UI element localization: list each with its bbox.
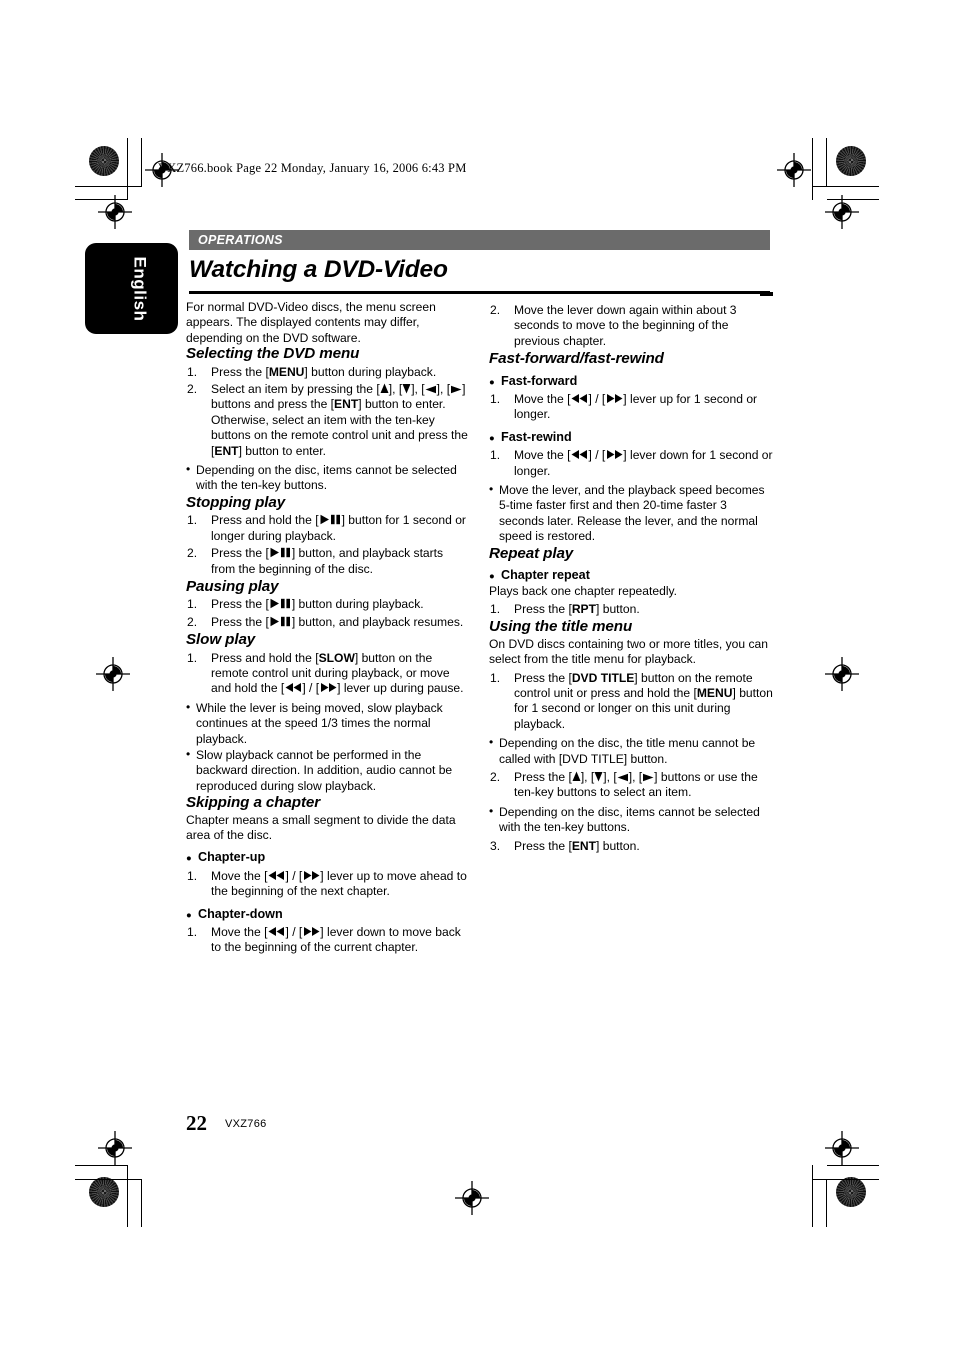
step-item: Press the [ ] button during playback.	[187, 597, 424, 613]
step-item: Press the [MENU] button during playback.	[187, 364, 437, 381]
fast-forward-icon	[606, 449, 623, 460]
step-item: Press and hold the [SLOW] button on the …	[187, 650, 464, 696]
fast-forward-icon	[606, 393, 623, 404]
arrow-left-icon	[617, 773, 629, 782]
steps-stopping-play: Press and hold the [ ] button for 1 seco…	[186, 513, 470, 577]
subheading-chapter-down: Chapter-down	[186, 907, 470, 924]
step-item: Move the [ ] / [ ] lever up to move ahea…	[187, 868, 467, 899]
lead-using-the-title-menu: On DVD discs containing two or more titl…	[489, 636, 768, 667]
subheading-fast-rewind: Fast-rewind	[489, 430, 773, 447]
step-item: Press the [ ] button, and playback start…	[187, 546, 444, 576]
play-pause-icon	[270, 547, 292, 558]
step-item: Move the [ ] / [ ] lever up for 1 second…	[490, 392, 758, 422]
note-item: Depending on the disc, the title menu ca…	[489, 735, 773, 767]
note-item: While the lever is being moved, slow pla…	[186, 700, 470, 747]
step-item: Move the [ ] / [ ] lever down for 1 seco…	[490, 448, 773, 478]
steps-chapter-down-continued: Move the lever down again within about 3…	[489, 303, 773, 349]
right-column: Move the lever down again within about 3…	[489, 300, 773, 856]
heading-selecting-the-dvd-menu: Selecting the DVD menu	[186, 345, 360, 363]
section-header-bar: OPERATIONS	[189, 230, 770, 250]
step-item: Move the lever down again within about 3…	[490, 303, 737, 348]
step-item: Press the [], [], [], [] buttons or use …	[490, 769, 758, 800]
arrow-up-icon	[380, 383, 389, 394]
steps-fast-rewind: Move the [ ] / [ ] lever down for 1 seco…	[489, 448, 773, 479]
heading-slow-play: Slow play	[186, 631, 256, 649]
language-tab-label: English	[130, 256, 150, 321]
step-item: Press the [DVD TITLE] button on the remo…	[490, 670, 773, 731]
steps-chapter-down: Move the [ ] / [ ] lever down to move ba…	[186, 925, 470, 956]
intro-paragraph: For normal DVD-Video discs, the menu scr…	[186, 300, 436, 345]
notes-using-the-title-menu-2: Depending on the disc, items cannot be s…	[489, 804, 773, 836]
play-pause-icon	[270, 616, 292, 627]
step-item: Press the [ENT] button.	[490, 838, 640, 855]
note-item: Depending on the disc, items cannot be s…	[186, 462, 470, 494]
fast-forward-icon	[303, 926, 320, 937]
steps-selecting-the-dvd-menu: Press the [MENU] button during playback.…	[186, 365, 470, 459]
lead-skipping-a-chapter: Chapter means a small segment to divide …	[186, 812, 456, 842]
heading-skipping-a-chapter: Skipping a chapter	[186, 794, 321, 812]
lead-chapter-repeat: Plays back one chapter repeatedly.	[489, 583, 678, 598]
fast-rewind-icon	[268, 870, 285, 881]
left-column: For normal DVD-Video discs, the menu scr…	[186, 300, 470, 958]
arrow-left-icon	[425, 385, 437, 394]
heading-repeat-play: Repeat play	[489, 544, 574, 562]
play-pause-icon	[270, 598, 292, 609]
fast-forward-icon	[320, 682, 337, 693]
heading-using-the-title-menu: Using the title menu	[489, 618, 633, 636]
notes-selecting-the-dvd-menu: Depending on the disc, items cannot be s…	[186, 462, 470, 494]
heading-stopping-play: Stopping play	[186, 493, 286, 511]
title-rule	[189, 291, 770, 294]
steps-slow-play: Press and hold the [SLOW] button on the …	[186, 651, 470, 697]
steps-fast-forward: Move the [ ] / [ ] lever up for 1 second…	[489, 392, 773, 423]
fast-rewind-icon	[571, 449, 588, 460]
fast-rewind-icon	[285, 682, 302, 693]
notes-fast-forward-fast-rewind: Move the lever, and the playback speed b…	[489, 482, 773, 545]
steps-chapter-repeat: Press the [RPT] button.	[489, 601, 773, 618]
note-item: Slow playback cannot be performed in the…	[186, 747, 470, 794]
subheading-fast-forward: Fast-forward	[489, 374, 773, 391]
steps-chapter-up: Move the [ ] / [ ] lever up to move ahea…	[186, 869, 470, 900]
model-name: VXZ766	[225, 1118, 267, 1130]
notes-using-the-title-menu-1: Depending on the disc, the title menu ca…	[489, 735, 773, 767]
arrow-down-icon	[402, 383, 411, 394]
subheading-chapter-up: Chapter-up	[186, 850, 470, 867]
steps-pausing-play: Press the [ ] button during playback. Pr…	[186, 597, 470, 630]
section-header-label: OPERATIONS	[198, 233, 283, 247]
note-item: Move the lever, and the playback speed b…	[489, 482, 773, 545]
step-item: Move the [ ] / [ ] lever down to move ba…	[187, 925, 461, 955]
step-item: Press and hold the [ ] button for 1 seco…	[187, 513, 466, 543]
steps-using-the-title-menu-1: Press the [DVD TITLE] button on the remo…	[489, 671, 773, 733]
arrow-up-icon	[572, 771, 581, 782]
language-tab: English	[85, 243, 178, 334]
play-pause-icon	[320, 514, 342, 525]
page-number: 22	[186, 1111, 207, 1135]
steps-using-the-title-menu-2: Press the [], [], [], [] buttons or use …	[489, 770, 773, 801]
arrow-right-icon	[642, 773, 654, 782]
arrow-right-icon	[450, 385, 462, 394]
subheading-chapter-repeat: Chapter repeat	[489, 568, 773, 585]
note-item: Depending on the disc, items cannot be s…	[489, 804, 773, 836]
fast-rewind-icon	[571, 393, 588, 404]
page-title: Watching a DVD-Video	[189, 256, 448, 283]
notes-slow-play: While the lever is being moved, slow pla…	[186, 700, 470, 794]
fast-rewind-icon	[268, 926, 285, 937]
manual-page: English OPERATIONS Watching a DVD-Video …	[0, 0, 954, 1351]
step-item: Select an item by pressing the [], [], […	[187, 382, 468, 458]
heading-pausing-play: Pausing play	[186, 577, 279, 595]
heading-fast-forward-fast-rewind: Fast-forward/fast-rewind	[489, 350, 664, 368]
steps-using-the-title-menu-3: Press the [ENT] button.	[489, 838, 773, 855]
step-item: Press the [RPT] button.	[490, 601, 640, 618]
step-item: Press the [ ] button, and playback resum…	[187, 614, 464, 631]
fast-forward-icon	[303, 870, 320, 881]
arrow-down-icon	[594, 771, 603, 782]
